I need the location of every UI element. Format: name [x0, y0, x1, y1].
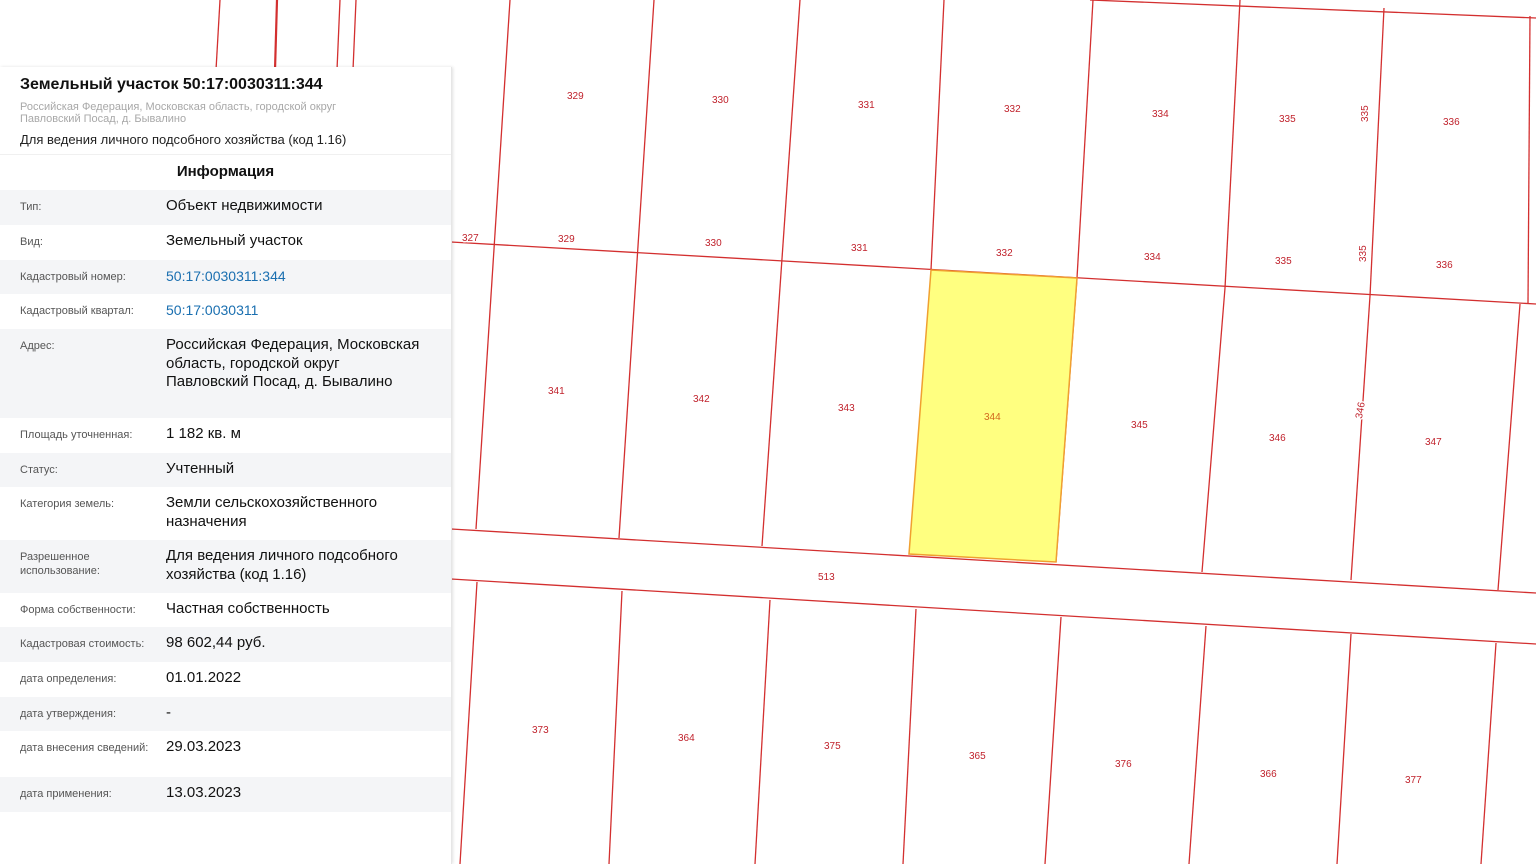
parcel-label: 327 — [462, 233, 479, 244]
parcel-label-road: 513 — [818, 572, 835, 583]
panel-address: Российская Федерация, Московская область… — [20, 101, 431, 125]
info-value: Объект недвижимости — [166, 197, 323, 214]
parcel-label: 377 — [1405, 775, 1422, 786]
info-value: 98 602,44 руб. — [166, 634, 266, 651]
info-key: Форма собственности: — [20, 604, 136, 616]
info-value: Учтенный — [166, 460, 235, 477]
parcel-label: 343 — [838, 403, 855, 414]
info-panel: Земельный участок 50:17:0030311:344 Росс… — [0, 67, 452, 864]
parcel-label: 331 — [851, 243, 868, 254]
parcel-label: 329 — [567, 91, 584, 102]
info-row: Категория земель: Земли сельскохозяйстве… — [0, 487, 451, 540]
parcel-label: 375 — [824, 741, 841, 752]
parcel-label: 335 — [1360, 105, 1371, 122]
info-row: Вид: Земельный участок — [0, 225, 451, 260]
info-row: Форма собственности: Частная собственнос… — [0, 593, 451, 627]
info-value: Земли сельскохозяйственного назначения — [166, 494, 378, 530]
panel-title: Земельный участок 50:17:0030311:344 — [20, 76, 323, 93]
info-row: дата утверждения: - — [0, 697, 451, 731]
info-key: Вид: — [20, 236, 43, 248]
info-row: Статус: Учтенный — [0, 453, 451, 487]
parcel-label: 345 — [1131, 420, 1148, 431]
info-key: Тип: — [20, 201, 42, 213]
info-table: Тип: Объект недвижимости Вид: Земельный … — [0, 190, 451, 812]
parcel-label: 364 — [678, 733, 695, 744]
info-key: дата внесения сведений: — [20, 742, 149, 754]
parcel-label: 330 — [705, 238, 722, 249]
info-row: Адрес: Российская Федерация, Московская … — [0, 329, 451, 418]
info-value: Частная собственность — [166, 600, 330, 617]
parcel-label: 365 — [969, 751, 986, 762]
parcel-label: 330 — [712, 95, 729, 106]
parcel-label: 336 — [1443, 117, 1460, 128]
info-row: Кадастровая стоимость: 98 602,44 руб. — [0, 627, 451, 662]
parcel-label: 336 — [1436, 260, 1453, 271]
parcel-label: 335 — [1275, 256, 1292, 267]
address-line: Павловский Посад, д. Бывалино — [20, 113, 187, 125]
info-value: 13.03.2023 — [166, 784, 242, 801]
panel-header: Земельный участок 50:17:0030311:344 Росс… — [0, 67, 451, 151]
parcel-label: 366 — [1260, 769, 1277, 780]
info-key: Статус: — [20, 464, 58, 476]
info-value: 29.03.2023 — [166, 738, 242, 755]
info-row: Тип: Объект недвижимости — [0, 190, 451, 225]
info-row: дата внесения сведений: 29.03.2023 — [0, 731, 451, 777]
info-key: Площадь уточненная: — [20, 429, 133, 441]
parcel-label: 335 — [1358, 245, 1369, 262]
info-key: Разрешенное использование: — [20, 551, 100, 577]
info-value: Российская Федерация, Московская область… — [166, 336, 420, 390]
info-value: Земельный участок — [166, 232, 303, 249]
panel-purpose: Для ведения личного подсобного хозяйства… — [20, 132, 347, 147]
address-line: Российская Федерация, Московская область… — [20, 101, 337, 113]
parcel-label: 335 — [1279, 114, 1296, 125]
info-key: Адрес: — [20, 340, 55, 352]
info-value: Для ведения личного подсобного хозяйства… — [166, 547, 398, 583]
info-key: Кадастровый номер: — [20, 271, 126, 283]
info-key: дата применения: — [20, 788, 112, 800]
parcel-label: 332 — [1004, 104, 1021, 115]
parcel-label: 342 — [693, 394, 710, 405]
info-value: 1 182 кв. м — [166, 425, 241, 442]
info-row: Разрешенное использование: Для ведения л… — [0, 540, 451, 593]
parcel-label: 332 — [996, 248, 1013, 259]
parcel-label: 376 — [1115, 759, 1132, 770]
parcel-label: 334 — [1152, 109, 1169, 120]
cadastral-number-link[interactable]: 50:17:0030311:344 — [166, 267, 451, 286]
parcel-label: 373 — [532, 725, 549, 736]
info-row: Кадастровый номер: 50:17:0030311:344 — [0, 260, 451, 294]
cadastral-quarter-link[interactable]: 50:17:0030311 — [166, 301, 451, 320]
info-value: 01.01.2022 — [166, 669, 242, 686]
info-key: Категория земель: — [20, 498, 115, 510]
info-key: дата утверждения: — [20, 708, 117, 720]
parcel-label: 329 — [558, 234, 575, 245]
parcel-label: 346 — [1354, 401, 1368, 420]
parcel-label: 331 — [858, 100, 875, 111]
parcel-label-selected: 344 — [984, 412, 1001, 423]
parcel-label: 347 — [1425, 437, 1442, 448]
parcel-label: 334 — [1144, 252, 1161, 263]
info-row: Кадастровый квартал: 50:17:0030311 — [0, 294, 451, 329]
info-key: дата определения: — [20, 673, 117, 685]
info-key: Кадастровый квартал: — [20, 305, 134, 317]
parcel-label: 341 — [548, 386, 565, 397]
info-key: Кадастровая стоимость: — [20, 638, 145, 650]
info-row: дата определения: 01.01.2022 — [0, 662, 451, 697]
info-value: - — [166, 704, 171, 721]
info-row: дата применения: 13.03.2023 — [0, 777, 451, 812]
section-title: Информация — [0, 154, 451, 190]
info-row: Площадь уточненная: 1 182 кв. м — [0, 418, 451, 453]
parcel-label: 346 — [1269, 433, 1286, 444]
